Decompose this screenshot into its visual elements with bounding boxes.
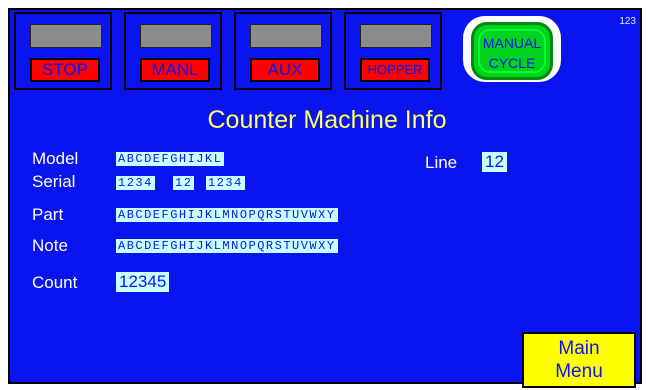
count-label: Count (32, 273, 78, 292)
manl-button[interactable]: MANL (124, 12, 222, 90)
main-menu-label-line1: Main (558, 338, 600, 359)
main-menu-label-line2: Menu (555, 361, 603, 382)
hmi-screen: 123 STOP MANL AUX HOPPER MANUAL CYCLE Co… (8, 8, 642, 388)
manl-indicator-lamp (140, 24, 212, 48)
page-title: Counter Machine Info (207, 106, 447, 134)
serial-label: Serial (32, 172, 76, 191)
serial-value-3: 1234 (206, 176, 245, 190)
model-label: Model (32, 149, 79, 168)
manual-cycle-area: MANUAL CYCLE (457, 12, 565, 92)
hopper-button[interactable]: HOPPER (344, 12, 442, 90)
manual-cycle-label-line2: CYCLE (488, 55, 536, 71)
stop-label: STOP (30, 58, 100, 82)
line-value: 12 (482, 152, 507, 172)
model-value: ABCDEFGHIJKL (116, 152, 225, 166)
stop-indicator-lamp (30, 24, 102, 48)
aux-indicator-lamp (250, 24, 322, 48)
hopper-indicator-lamp (360, 24, 432, 48)
screen-number: 123 (619, 16, 636, 27)
manl-label: MANL (140, 58, 210, 82)
serial-value-2: 12 (173, 176, 195, 190)
manual-cycle-button[interactable]: MANUAL CYCLE (471, 22, 553, 80)
part-value: ABCDEFGHIJKLMNOPQRSTUVWXY (116, 208, 338, 222)
manual-cycle-label-line1: MANUAL (482, 35, 542, 51)
part-label: Part (32, 205, 64, 224)
count-value: 12345 (116, 272, 170, 292)
aux-button[interactable]: AUX (234, 12, 332, 90)
hopper-label: HOPPER (360, 58, 430, 82)
note-label: Note (32, 236, 68, 255)
main-menu-button[interactable]: Main Menu (522, 332, 636, 388)
serial-value-1: 1234 (116, 176, 155, 190)
aux-label: AUX (250, 58, 320, 82)
line-label: Line (425, 153, 458, 172)
stop-button[interactable]: STOP (14, 12, 112, 90)
note-value: ABCDEFGHIJKLMNOPQRSTUVWXY (116, 239, 338, 253)
